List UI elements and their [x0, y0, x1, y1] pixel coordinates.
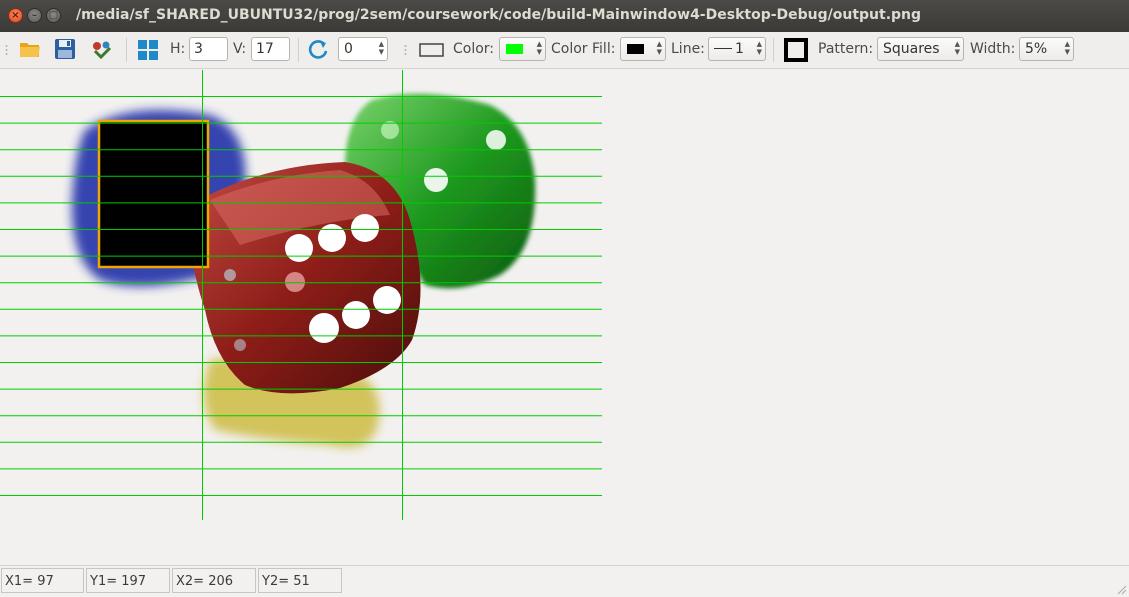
combo-arrows-icon: ▲ ▼	[656, 40, 662, 56]
toolbar-separator	[126, 38, 127, 62]
selection-rectangle[interactable]	[97, 119, 210, 269]
color-swatch	[506, 44, 523, 54]
die-pip	[342, 301, 370, 329]
pattern-label: Pattern:	[818, 41, 874, 57]
die-pip	[424, 168, 448, 192]
h-lines-input[interactable]: 3	[189, 37, 228, 61]
status-x2: X2= 206	[172, 568, 256, 593]
combo-arrows-icon: ▲ ▼	[954, 40, 960, 56]
die-pip	[381, 121, 399, 139]
toolbar-grip[interactable]	[404, 44, 407, 56]
canvas-area[interactable]	[0, 70, 1129, 564]
die-pip	[318, 224, 346, 252]
status-bar: X1= 97 Y1= 197 X2= 206 Y2= 51	[0, 565, 1129, 597]
maximize-icon: □	[48, 10, 59, 21]
status-y2: Y2= 51	[258, 568, 342, 593]
image-view[interactable]	[0, 70, 602, 520]
color-fill-swatch	[627, 44, 644, 54]
rotate-angle-spinbox[interactable]: 0 ▲ ▼	[338, 37, 388, 61]
line-sample	[714, 48, 732, 49]
toolbar-separator	[773, 38, 774, 62]
h-label: H:	[170, 41, 186, 57]
color-fill-label: Color Fill:	[551, 41, 616, 57]
status-y1: Y1= 197	[86, 568, 170, 593]
die-pip	[234, 339, 246, 351]
grid-icon[interactable]	[137, 39, 159, 61]
frame-pattern-icon[interactable]	[784, 38, 808, 62]
color-fill-combobox[interactable]: ▲ ▼	[620, 37, 666, 61]
dice-image	[0, 70, 602, 520]
width-value: 5%	[1025, 41, 1048, 57]
open-folder-icon[interactable]	[19, 39, 41, 59]
die-pip	[285, 234, 313, 262]
effects-icon[interactable]	[91, 39, 113, 59]
window-title: /media/sf_SHARED_UBUNTU32/prog/2sem/cour…	[76, 7, 922, 23]
line-label: Line:	[671, 41, 705, 57]
die-pip	[285, 272, 305, 292]
line-width-value: 1	[735, 41, 744, 57]
save-icon[interactable]	[54, 38, 76, 60]
minimize-window-button[interactable]: –	[27, 8, 42, 23]
die-pip	[486, 130, 506, 150]
color-label: Color:	[453, 41, 495, 57]
v-label: V:	[233, 41, 247, 57]
close-icon: ×	[11, 10, 20, 21]
v-lines-input[interactable]: 17	[251, 37, 290, 61]
title-bar: × – □ /media/sf_SHARED_UBUNTU32/prog/2se…	[0, 0, 1129, 32]
width-combobox[interactable]: 5% ▲ ▼	[1019, 37, 1074, 61]
status-x1: X1= 97	[1, 568, 84, 593]
toolbar-separator	[298, 38, 299, 62]
toolbar-grip[interactable]	[5, 44, 8, 56]
resize-grip-icon[interactable]	[1117, 585, 1127, 595]
close-window-button[interactable]: ×	[8, 8, 23, 23]
die-pip	[224, 269, 236, 281]
color-combobox[interactable]: ▲ ▼	[499, 37, 546, 61]
spin-arrows-icon: ▲ ▼	[378, 40, 384, 56]
die-pip	[309, 313, 339, 343]
pattern-combobox[interactable]: Squares ▲ ▼	[877, 37, 964, 61]
combo-arrows-icon: ▲ ▼	[1064, 40, 1070, 56]
maximize-window-button[interactable]: □	[46, 8, 61, 23]
minimize-icon: –	[32, 10, 37, 21]
rectangle-tool-icon[interactable]	[419, 42, 445, 58]
width-label: Width:	[970, 41, 1016, 57]
combo-arrows-icon: ▲ ▼	[756, 40, 762, 56]
line-width-combobox[interactable]: 1 ▲ ▼	[708, 37, 766, 61]
die-pip	[351, 214, 379, 242]
toolbar: H: 3 V: 17 0 ▲ ▼ Color: ▲ ▼ Color Fill: ▲ ▼…	[0, 32, 1129, 69]
combo-arrows-icon: ▲ ▼	[536, 40, 542, 56]
pattern-value: Squares	[883, 41, 940, 57]
rotate-angle-value: 0	[344, 41, 353, 57]
rotate-icon[interactable]	[307, 38, 329, 60]
